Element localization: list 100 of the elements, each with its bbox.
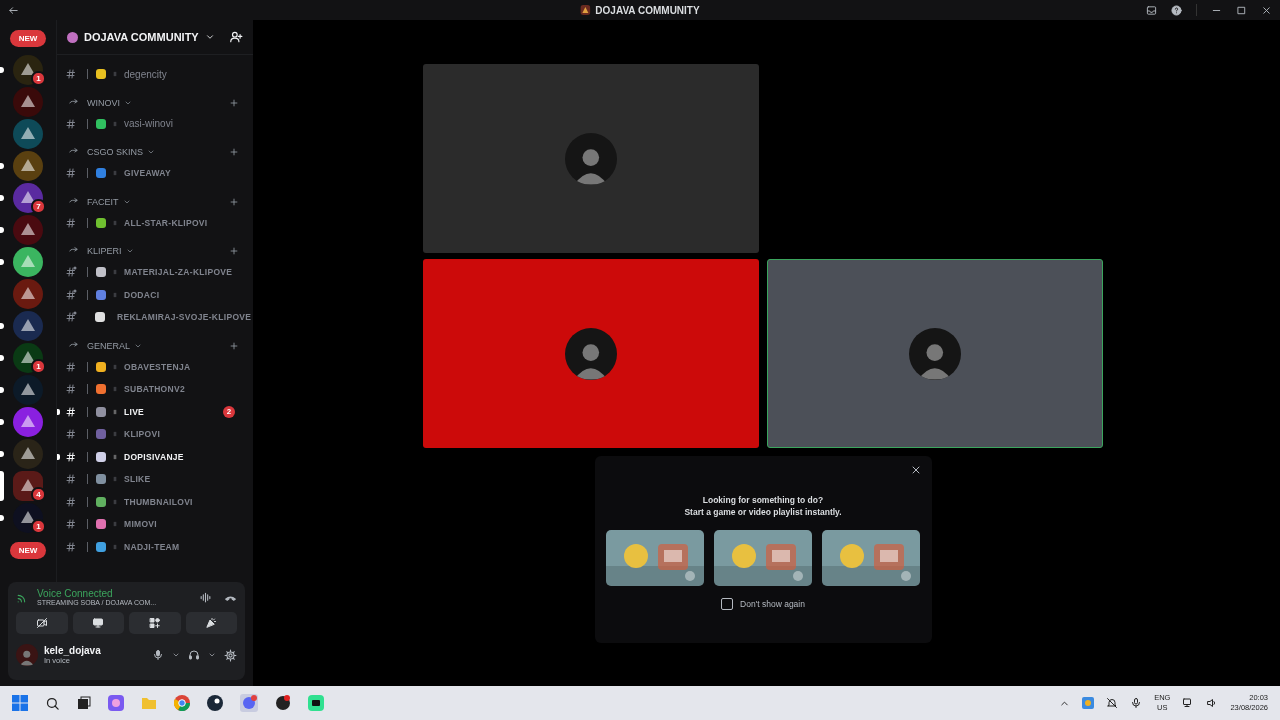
screen-share-icon <box>92 617 105 629</box>
microphone-icon[interactable] <box>152 649 164 661</box>
checkbox[interactable] <box>721 598 733 610</box>
help-icon[interactable] <box>1171 4 1182 16</box>
video-tile[interactable] <box>423 64 759 253</box>
channel-name[interactable]: MIMOVI <box>124 519 157 530</box>
server-icon[interactable] <box>13 151 43 181</box>
channel-name[interactable]: OBAVESTENJA <box>124 361 191 372</box>
channel-name[interactable]: MATERIJAL-ZA-KLIPOVE <box>124 267 233 278</box>
server-icon[interactable] <box>13 279 43 309</box>
server-icon[interactable] <box>13 343 43 373</box>
server-icon[interactable] <box>13 471 43 501</box>
server-name[interactable]: DOJAVA COMMUNITY <box>84 31 199 43</box>
channel-name[interactable]: SUBATHONV2 <box>124 384 185 395</box>
app-icon[interactable] <box>308 695 324 711</box>
add-channel-icon[interactable] <box>229 246 239 256</box>
channel-name[interactable]: SLIKE <box>124 474 151 485</box>
add-channel-icon[interactable] <box>229 147 239 157</box>
category-name[interactable]: FACEIT <box>87 196 119 207</box>
separator-icon <box>112 169 118 178</box>
new-badge[interactable]: NEW <box>9 541 47 559</box>
server-icon[interactable] <box>13 503 43 533</box>
dont-show-checkbox[interactable]: Don't show again <box>721 598 805 610</box>
channel-name[interactable]: vasi-winovi <box>124 118 173 130</box>
server-icon[interactable] <box>13 215 43 245</box>
add-channel-icon[interactable] <box>229 340 239 351</box>
screen-share-button[interactable] <box>72 612 124 634</box>
category-name[interactable]: KLIPERI <box>87 246 122 256</box>
app-icon[interactable] <box>275 695 291 711</box>
channel-name[interactable]: NADJI-TEAM <box>124 541 180 552</box>
headphones-icon[interactable] <box>188 649 200 661</box>
separator-icon <box>112 362 118 371</box>
category-name[interactable]: CSGO SKINS <box>87 147 143 157</box>
chevron-down-icon[interactable] <box>172 651 180 659</box>
server-icon[interactable] <box>13 247 43 277</box>
separator-icon <box>112 520 118 529</box>
chevron-down-icon[interactable] <box>208 651 216 659</box>
video-tile[interactable] <box>423 259 759 448</box>
channel-name[interactable]: THUMBNAILOVI <box>124 496 193 507</box>
notification-badge: 4 <box>31 487 46 502</box>
add-channel-icon[interactable] <box>229 97 239 108</box>
separator-icon <box>112 70 118 79</box>
tray-app-icon[interactable] <box>1082 697 1095 709</box>
chevron-down-icon <box>125 247 134 255</box>
separator-icon <box>112 542 118 551</box>
notifications-off-icon[interactable] <box>1106 697 1119 709</box>
server-icon[interactable] <box>13 87 43 117</box>
server-icon[interactable] <box>13 55 43 85</box>
category-name[interactable]: WINOVI <box>87 97 120 108</box>
task-view-icon[interactable] <box>77 696 91 710</box>
prompt-subtitle: Start a game or video playlist instantly. <box>684 506 842 518</box>
activities-button[interactable] <box>129 612 181 634</box>
add-member-icon[interactable] <box>229 30 243 44</box>
server-icon[interactable] <box>13 375 43 405</box>
notification-badge: 1 <box>31 71 46 86</box>
channel-name[interactable]: ALL-STAR-KLIPOVI <box>124 217 208 228</box>
party-horn-icon <box>205 617 218 629</box>
separator-icon <box>112 407 118 416</box>
server-icon[interactable] <box>13 311 43 341</box>
back-arrow-icon[interactable] <box>8 4 19 16</box>
prompt-title: Looking for something to do? <box>702 494 824 506</box>
microphone-icon[interactable] <box>1130 697 1143 709</box>
add-channel-icon[interactable] <box>229 196 239 207</box>
game-client-icon[interactable] <box>207 695 223 711</box>
separator-icon <box>112 452 118 461</box>
shapes-icon <box>148 617 161 629</box>
browser-icon[interactable] <box>174 695 190 711</box>
channel-name[interactable]: REKLAMIRAJ-SVOJE-KLIPOVE <box>117 312 252 323</box>
server-icon <box>67 31 78 43</box>
server-icon[interactable] <box>13 439 43 469</box>
server-icon[interactable] <box>13 183 43 213</box>
channel-name[interactable]: DOPISIVANJE <box>124 451 184 462</box>
mention-badge: 2 <box>223 405 235 418</box>
channel-name[interactable]: LIVE <box>124 406 145 417</box>
channel-name[interactable]: degencity <box>124 68 167 80</box>
channel-name[interactable]: DODACI <box>124 289 160 300</box>
user-avatar[interactable] <box>16 644 38 666</box>
soundboard-button[interactable] <box>185 612 237 634</box>
search-icon[interactable] <box>45 695 60 711</box>
notification-badge: 1 <box>31 359 46 374</box>
channel-name[interactable]: GIVEAWAY <box>124 168 171 179</box>
notification-badge: 1 <box>31 519 46 534</box>
channel-name[interactable]: KLIPOVI <box>124 429 161 440</box>
inbox-icon[interactable] <box>1146 4 1157 16</box>
server-icon <box>580 5 591 15</box>
camera-off-button[interactable] <box>16 612 68 634</box>
chevron-down-icon <box>147 148 155 156</box>
video-tile[interactable] <box>767 259 1103 448</box>
server-icon[interactable] <box>13 119 43 149</box>
new-badge[interactable]: NEW <box>9 29 47 47</box>
settings-icon[interactable] <box>224 648 237 662</box>
close-icon[interactable] <box>1261 4 1272 16</box>
sound-wave-icon[interactable] <box>199 590 212 604</box>
server-icon[interactable] <box>13 407 43 437</box>
start-icon[interactable] <box>12 695 28 711</box>
voice-status[interactable]: Voice Connected <box>37 588 191 599</box>
separator-icon <box>112 497 118 506</box>
maximize-icon[interactable] <box>1236 4 1247 16</box>
category-name[interactable]: GENERAL <box>87 340 130 351</box>
chat-app-icon[interactable] <box>240 694 258 712</box>
